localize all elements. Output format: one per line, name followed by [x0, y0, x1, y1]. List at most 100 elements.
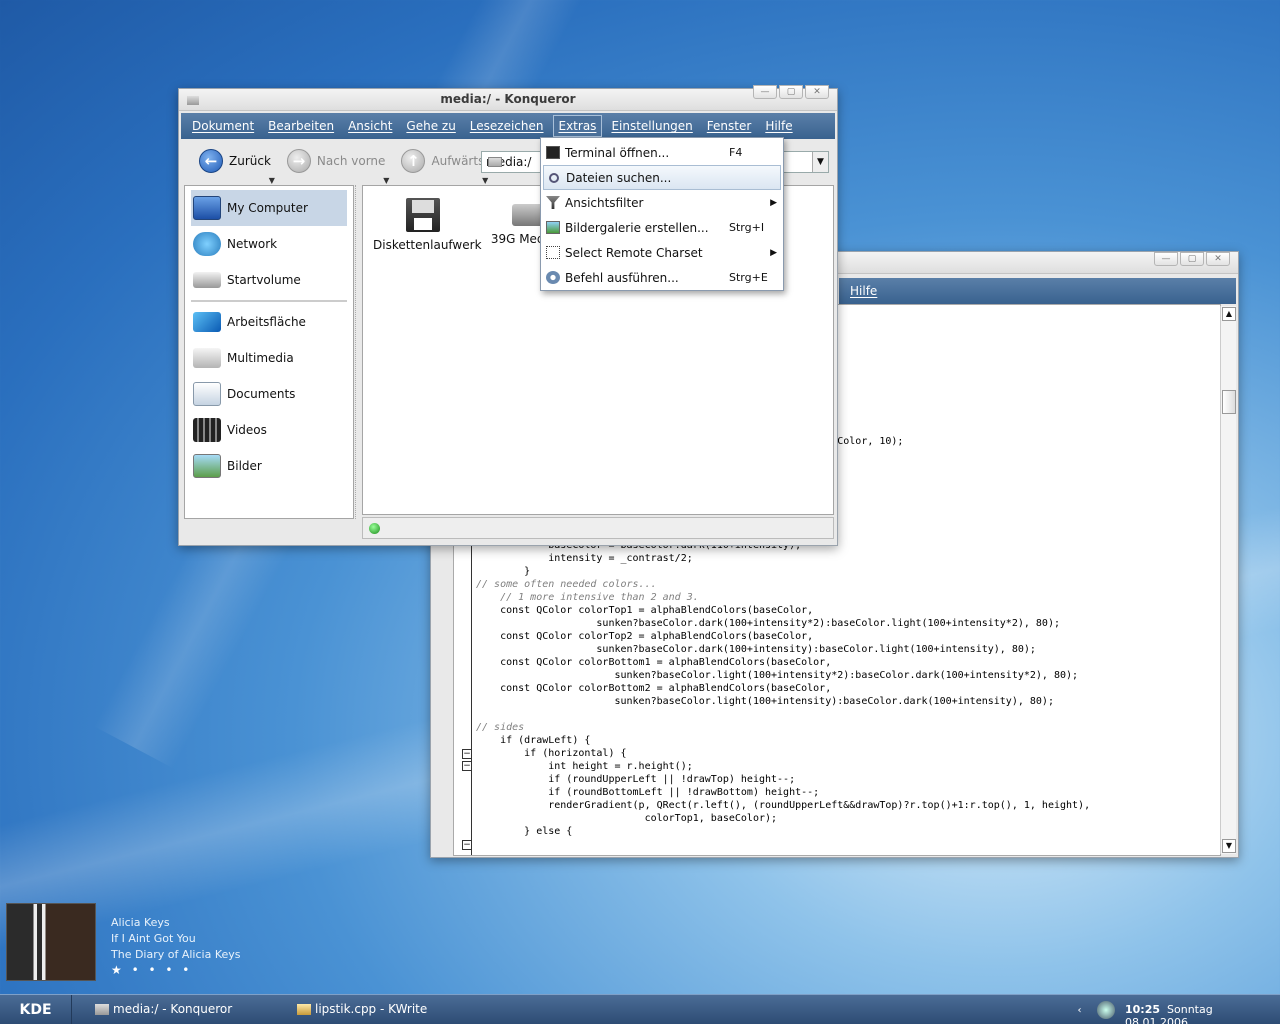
code-line[interactable]: const QColor colorTop1 = alphaBlendColor…: [476, 604, 1090, 617]
sidebar-item-bilder[interactable]: Bilder: [185, 448, 353, 484]
sidebar-item-desktop[interactable]: Arbeitsfläche: [185, 304, 353, 340]
close-button[interactable]: ✕: [1206, 252, 1230, 266]
panel-splitter[interactable]: [355, 185, 361, 519]
tray-expand-icon[interactable]: ‹: [1078, 1005, 1082, 1016]
close-button[interactable]: ✕: [805, 85, 829, 99]
filter-icon: [546, 196, 560, 209]
code-line[interactable]: // some often needed colors...: [476, 578, 1090, 591]
extras-menu-item[interactable]: Terminal öffnen... F4: [541, 140, 783, 165]
extras-menu-item[interactable]: Dateien suchen...: [543, 165, 781, 190]
forward-button[interactable]: → Nach vorne ▼: [286, 149, 389, 185]
menu-item-label: Select Remote Charset: [565, 245, 703, 260]
code-line[interactable]: // 1 more intensive than 2 and 3.: [476, 591, 1090, 604]
editor-icon: [297, 1003, 311, 1015]
sidebar-item-network[interactable]: Network: [185, 226, 353, 262]
extras-menu-item[interactable]: Bildergalerie erstellen... Strg+I: [541, 215, 783, 240]
maximize-button[interactable]: ▢: [779, 85, 803, 99]
menu-lesezeichen[interactable]: Lesezeichen: [465, 116, 549, 136]
extras-menu-item[interactable]: Ansichtsfilter ▶: [541, 190, 783, 215]
menu-einstellungen[interactable]: Einstellungen: [606, 116, 697, 136]
code-line[interactable]: sunken?baseColor.dark(100+intensity):bas…: [476, 643, 1090, 656]
hard-disk-icon: [193, 272, 221, 288]
menu-hilfe[interactable]: Hilfe: [845, 281, 882, 301]
menu-item-shortcut: F4: [729, 146, 743, 159]
menu-hilfe[interactable]: Hilfe: [760, 116, 797, 136]
folder-icon: [193, 348, 221, 368]
pictures-icon: [193, 454, 221, 478]
menu-bearbeiten[interactable]: Bearbeiten: [263, 116, 339, 136]
task-konqueror[interactable]: media:/ - Konqueror: [95, 1002, 232, 1016]
menu-gehe-zu[interactable]: Gehe zu: [401, 116, 460, 136]
maximize-button[interactable]: ▢: [1180, 252, 1204, 266]
desktop-icon: [193, 312, 221, 332]
fold-marker[interactable]: −: [462, 840, 472, 850]
sidebar-divider: [191, 300, 347, 302]
code-line[interactable]: }: [476, 565, 1090, 578]
code-line[interactable]: } else {: [476, 825, 1090, 838]
sidebar-item-startvolume[interactable]: Startvolume: [185, 262, 353, 298]
task-label: media:/ - Konqueror: [113, 1002, 233, 1016]
scroll-thumb[interactable]: [1222, 390, 1236, 414]
code-line[interactable]: // sides: [476, 721, 1090, 734]
code-line[interactable]: if (horizontal) {: [476, 747, 1090, 760]
extras-menu-item[interactable]: Befehl ausführen... Strg+E: [541, 265, 783, 290]
location-dropdown-icon[interactable]: ▼: [812, 152, 828, 172]
minimize-button[interactable]: —: [1154, 252, 1178, 266]
code-line[interactable]: const QColor colorTop2 = alphaBlendColor…: [476, 630, 1090, 643]
sidebar-item-multimedia[interactable]: Multimedia: [185, 340, 353, 376]
code-line[interactable]: if (roundUpperLeft || !drawTop) height--…: [476, 773, 1090, 786]
code-line[interactable]: const QColor colorBottom1 = alphaBlendCo…: [476, 656, 1090, 669]
floppy-icon: [406, 198, 440, 232]
code-line[interactable]: intensity = _contrast/2;: [476, 552, 1090, 565]
rating-stars[interactable]: ★ • • • •: [111, 963, 192, 977]
network-tray-icon[interactable]: [1096, 1001, 1115, 1019]
sidebar-item-label: Multimedia: [227, 351, 294, 365]
code-line[interactable]: const QColor colorBottom2 = alphaBlendCo…: [476, 682, 1090, 695]
back-button[interactable]: ← Zurück ▼: [199, 149, 275, 185]
konqueror-menubar: Dokument Bearbeiten Ansicht Gehe zu Lese…: [181, 113, 835, 139]
sidebar-item-videos[interactable]: Videos: [185, 412, 353, 448]
code-line[interactable]: sunken?baseColor.dark(100+intensity*2):b…: [476, 617, 1090, 630]
menu-dokument[interactable]: Dokument: [187, 116, 259, 136]
scroll-down-arrow[interactable]: ▼: [1222, 839, 1236, 853]
konqueror-title: media:/ - Konqueror: [440, 92, 576, 106]
menu-item-label: Dateien suchen...: [566, 170, 672, 185]
fold-marker[interactable]: −: [462, 761, 472, 771]
task-kwrite[interactable]: lipstik.cpp - KWrite: [297, 1002, 427, 1016]
system-tray: ‹: [1070, 995, 1122, 1024]
dropdown-arrow-icon[interactable]: ▼: [383, 176, 389, 185]
file-item[interactable]: Diskettenlaufwerk: [373, 198, 482, 252]
folder-icon: [488, 157, 502, 167]
vertical-scrollbar[interactable]: ▲ ▼: [1220, 306, 1236, 854]
gear-icon: [546, 271, 560, 284]
sidebar-item-my-computer[interactable]: My Computer: [191, 190, 347, 226]
clock-date: 08.01.2006: [1125, 1016, 1188, 1024]
clock[interactable]: 10:25 Sonntag 08.01.2006: [1125, 1003, 1280, 1024]
forward-arrow-icon: →: [286, 149, 311, 173]
documents-icon: [193, 382, 221, 406]
code-line[interactable]: sunken?baseColor.light(100+intensity):ba…: [476, 695, 1090, 708]
code-line[interactable]: if (drawLeft) {: [476, 734, 1090, 747]
code-line[interactable]: [476, 708, 1090, 721]
menu-extras[interactable]: Extras: [552, 115, 603, 137]
code-line[interactable]: sunken?baseColor.light(100+intensity*2):…: [476, 669, 1090, 682]
fold-marker[interactable]: −: [462, 749, 472, 759]
scroll-up-arrow[interactable]: ▲: [1222, 307, 1236, 321]
minimize-button[interactable]: —: [753, 85, 777, 99]
dropdown-arrow-icon[interactable]: ▼: [482, 176, 488, 185]
kde-start-button[interactable]: KDE: [0, 995, 72, 1024]
menu-ansicht[interactable]: Ansicht: [343, 116, 397, 136]
back-arrow-icon: ←: [199, 149, 223, 173]
back-label: Zurück: [229, 154, 271, 168]
code-line[interactable]: int height = r.height();: [476, 760, 1090, 773]
code-line[interactable]: if (roundBottomLeft || !drawBottom) heig…: [476, 786, 1090, 799]
sidebar-item-documents[interactable]: Documents: [185, 376, 353, 412]
konqueror-titlebar[interactable]: media:/ - Konqueror — ▢ ✕: [179, 85, 837, 111]
code-line[interactable]: renderGradient(p, QRect(r.left(), (round…: [476, 799, 1090, 812]
extras-menu-item[interactable]: Select Remote Charset ▶: [541, 240, 783, 265]
taskbar: KDE media:/ - Konqueror lipstik.cpp - KW…: [0, 994, 1280, 1024]
menu-fenster[interactable]: Fenster: [702, 116, 757, 136]
up-button[interactable]: ↑ Aufwärts ▼: [401, 149, 488, 185]
code-line[interactable]: colorTop1, baseColor);: [476, 812, 1090, 825]
dropdown-arrow-icon[interactable]: ▼: [269, 176, 275, 185]
